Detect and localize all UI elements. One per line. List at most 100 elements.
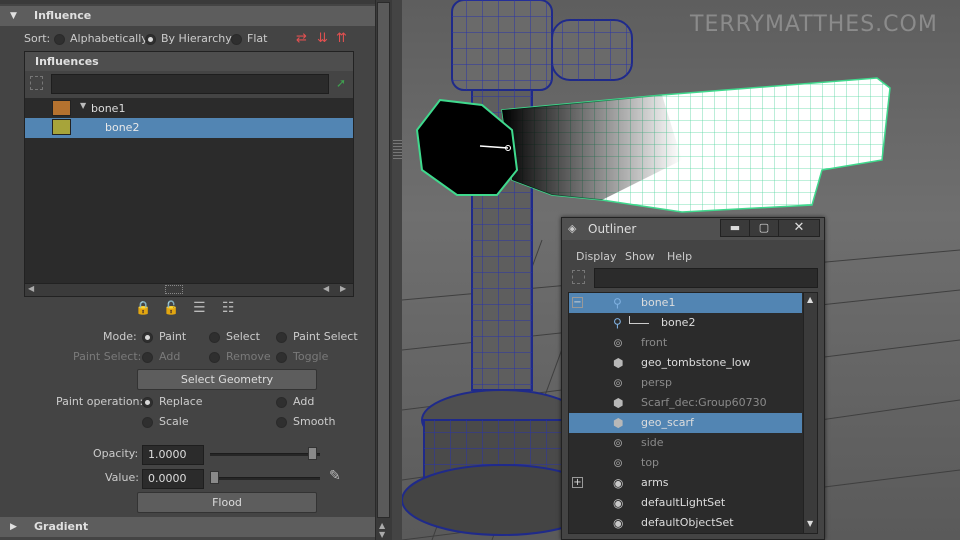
scrollbar-thumb[interactable] xyxy=(377,2,390,518)
attribute-editor-panel: ▼ Influence Sort: Alphabetically By Hier… xyxy=(0,0,375,540)
outliner-item-label: front xyxy=(641,336,668,349)
influence-row-bone2[interactable]: bone2 xyxy=(25,118,353,138)
scroll-up-icon[interactable]: ▲ xyxy=(379,521,385,530)
influences-horizontal-scrollbar[interactable]: ◀ ◀ ▶ xyxy=(25,283,353,296)
gradient-section-title: Gradient xyxy=(34,520,89,533)
menu-help[interactable]: Help xyxy=(667,250,692,263)
value-slider-track[interactable] xyxy=(210,477,320,480)
paint-op-smooth-label: Smooth xyxy=(293,415,336,428)
sort-flat-radio[interactable] xyxy=(231,34,242,45)
flood-button[interactable]: Flood xyxy=(137,492,317,513)
scroll-down-icon[interactable]: ▼ xyxy=(379,530,385,539)
gradient-section-header[interactable]: ▶ Gradient xyxy=(0,517,375,537)
opacity-label: Opacity: xyxy=(93,447,139,460)
mode-select-label: Select xyxy=(226,330,260,343)
outliner-search-input[interactable] xyxy=(594,268,818,288)
paint-op-add-label: Add xyxy=(293,395,315,408)
unlock-icon[interactable]: 🔓 xyxy=(163,301,179,316)
expand-list-icon[interactable]: ☷ xyxy=(222,300,235,316)
scroll-up-icon[interactable]: ▲ xyxy=(807,295,813,304)
scroll-down-icon[interactable]: ▼ xyxy=(807,519,813,528)
expand-icon[interactable]: + xyxy=(572,477,583,488)
value-slider-handle[interactable] xyxy=(210,471,219,484)
value-field[interactable]: 0.0000 xyxy=(142,469,204,489)
outliner-title: Outliner xyxy=(588,222,637,236)
influence-name: bone2 xyxy=(105,121,140,134)
outliner-item[interactable]: ◉ defaultObjectSet xyxy=(569,513,802,533)
collapse-list-icon[interactable]: ☰ xyxy=(193,300,206,316)
influence-section-header[interactable]: ▼ Influence xyxy=(0,6,375,26)
menu-show[interactable]: Show xyxy=(625,250,655,263)
maximize-icon[interactable]: ▢ xyxy=(750,220,779,236)
outliner-item[interactable]: + ◉ arms xyxy=(569,473,802,493)
outliner-titlebar[interactable]: ◈ Outliner ▬ ▢ ✕ xyxy=(562,218,824,240)
close-icon[interactable]: ✕ xyxy=(779,220,819,236)
outliner-item[interactable]: − ⚲ bone1 xyxy=(569,293,802,313)
outliner-item[interactable]: ⬢ geo_tombstone_low xyxy=(569,353,802,373)
paint-op-add-radio[interactable] xyxy=(276,397,287,408)
sort-by-hierarchy-radio[interactable] xyxy=(145,34,156,45)
influence-row-bone1[interactable]: ▼ bone1 xyxy=(25,99,353,119)
panel-scrollbar[interactable]: ▲ ▼ xyxy=(375,0,402,540)
outliner-item[interactable]: ⊚ persp xyxy=(569,373,802,393)
paint-select-label: Paint Select: xyxy=(73,350,142,363)
mesh-icon: ⬢ xyxy=(613,416,624,430)
influences-filter-bar: ➚ xyxy=(25,71,353,98)
scroll-left-end-icon[interactable]: ◀ xyxy=(323,284,329,293)
outliner-window: ◈ Outliner ▬ ▢ ✕ Display Show Help − ⚲ bon… xyxy=(561,217,825,540)
outliner-item[interactable]: ⬢ geo_scarf xyxy=(569,413,802,433)
outliner-scrollbar[interactable]: ▲ ▼ xyxy=(803,293,817,533)
influences-list-box: Influences ➚ ▼ bone1 bone2 ◀ ◀ ▶ xyxy=(24,51,354,297)
outliner-item[interactable]: ◉ defaultLightSet xyxy=(569,493,802,513)
paint-op-scale-radio[interactable] xyxy=(142,417,153,428)
mode-paint-select-radio[interactable] xyxy=(276,332,287,343)
lock-icon[interactable]: 🔒 xyxy=(135,301,151,316)
opacity-slider-track[interactable] xyxy=(210,453,320,456)
select-geometry-button[interactable]: Select Geometry xyxy=(137,369,317,390)
menu-display[interactable]: Display xyxy=(576,250,617,263)
pin-icon[interactable]: ➚ xyxy=(336,76,346,90)
scroll-left-icon[interactable]: ◀ xyxy=(28,284,34,293)
splitter-grip-icon[interactable] xyxy=(393,140,402,160)
sort-by-hierarchy-label: By Hierarchy xyxy=(161,32,232,45)
outliner-item-label: defaultLightSet xyxy=(641,496,726,509)
outliner-item[interactable]: ⬢ Scarf_dec:Group60730 xyxy=(569,393,802,413)
mode-paint-label: Paint xyxy=(159,330,187,343)
outliner-item[interactable]: ⊚ side xyxy=(569,433,802,453)
sort-label: Sort: xyxy=(24,32,51,45)
outliner-item-label: arms xyxy=(641,476,669,489)
influence-color-swatch[interactable] xyxy=(52,119,71,135)
expand-arrow-icon[interactable]: ▼ xyxy=(80,101,86,110)
opacity-slider-handle[interactable] xyxy=(308,447,317,460)
outliner-item[interactable]: ⊚ front xyxy=(569,333,802,353)
sort-alphabetically-radio[interactable] xyxy=(54,34,65,45)
outliner-item-label: geo_scarf xyxy=(641,416,694,429)
paint-select-remove-radio[interactable] xyxy=(209,352,220,363)
paint-select-add-radio[interactable] xyxy=(142,352,153,363)
filter-selection-icon[interactable] xyxy=(572,270,585,284)
paint-select-toggle-radio[interactable] xyxy=(276,352,287,363)
paint-op-replace-radio[interactable] xyxy=(142,397,153,408)
influence-color-swatch[interactable] xyxy=(52,100,71,116)
set-icon: ◉ xyxy=(613,496,624,510)
transfer-weights-icon[interactable]: ⇄ xyxy=(296,31,307,46)
filter-selection-icon[interactable] xyxy=(30,76,43,90)
collapse-icon[interactable]: − xyxy=(572,297,583,308)
opacity-field[interactable]: 1.0000 xyxy=(142,445,204,465)
outliner-item[interactable]: ⚲ bone2 xyxy=(569,313,802,333)
minimize-icon[interactable]: ▬ xyxy=(721,220,750,236)
eyedropper-icon[interactable]: ✎ xyxy=(329,468,341,484)
mode-select-radio[interactable] xyxy=(209,332,220,343)
mode-paint-radio[interactable] xyxy=(142,332,153,343)
camera-icon: ⊚ xyxy=(613,376,624,390)
outliner-item[interactable]: ⊚ top xyxy=(569,453,802,473)
sort-down-icon[interactable]: ⇊ xyxy=(317,31,328,46)
influences-filter-input[interactable] xyxy=(51,74,329,94)
hierarchy-connector xyxy=(629,316,649,324)
scroll-right-icon[interactable]: ▶ xyxy=(340,284,346,293)
outliner-tree: − ⚲ bone1 ⚲ bone2 ⊚ front ⬢ geo_tombstone_low ⊚ pe… xyxy=(568,292,818,534)
sort-up-icon[interactable]: ⇈ xyxy=(336,31,347,46)
outliner-item-label: bone1 xyxy=(641,296,676,309)
scroll-grip-icon[interactable] xyxy=(165,285,183,294)
paint-op-smooth-radio[interactable] xyxy=(276,417,287,428)
